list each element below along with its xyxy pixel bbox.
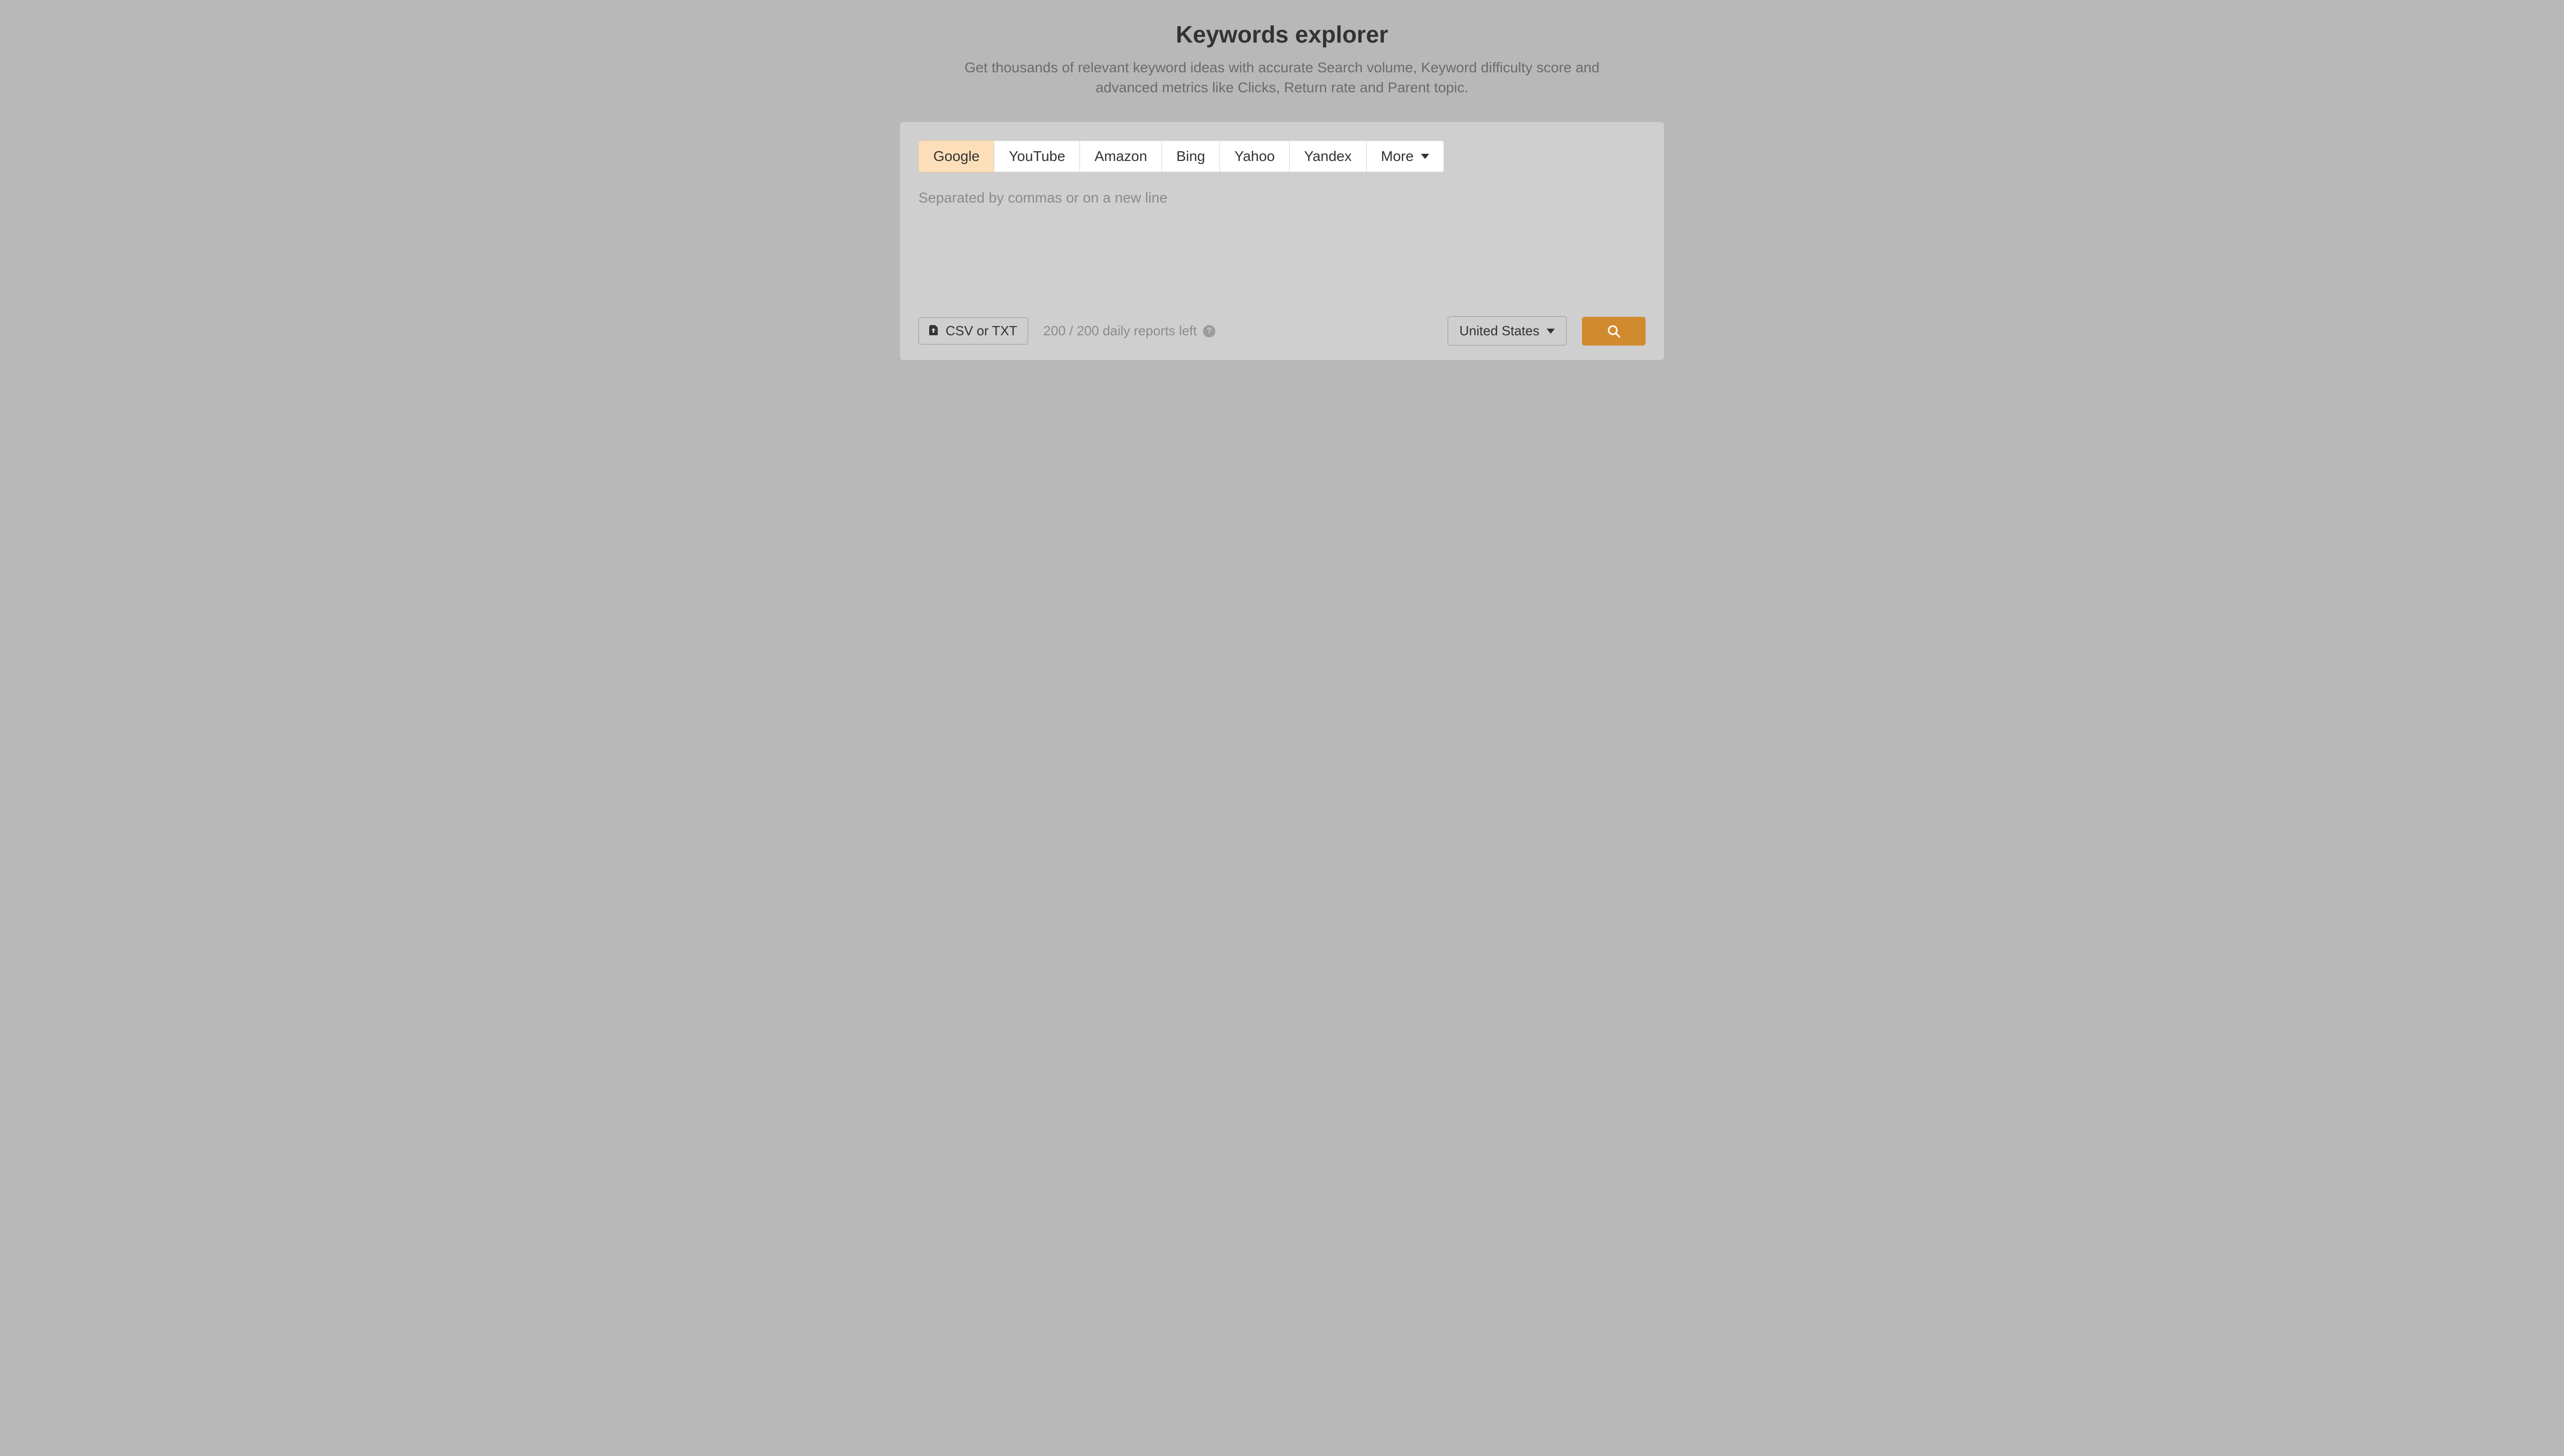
upload-file-button[interactable]: CSV or TXT: [918, 317, 1028, 345]
tab-google[interactable]: Google: [918, 140, 994, 172]
tab-bing[interactable]: Bing: [1161, 140, 1219, 172]
country-selected-label: United States: [1459, 323, 1539, 339]
country-select[interactable]: United States: [1448, 316, 1567, 346]
tab-label: More: [1381, 148, 1414, 165]
search-icon: [1607, 324, 1621, 338]
tab-amazon[interactable]: Amazon: [1079, 140, 1161, 172]
upload-label: CSV or TXT: [946, 323, 1017, 339]
upload-icon: [929, 325, 939, 337]
tab-label: Google: [933, 148, 979, 165]
page-subtitle: Get thousands of relevant keyword ideas …: [962, 57, 1602, 97]
panel-footer: CSV or TXT 200 / 200 daily reports left …: [918, 316, 1646, 346]
reports-remaining: 200 / 200 daily reports left ?: [1044, 323, 1215, 339]
chevron-down-icon: [1421, 154, 1429, 159]
search-engine-tabs: Google YouTube Amazon Bing Yahoo Yandex …: [918, 140, 1646, 172]
search-panel: Google YouTube Amazon Bing Yahoo Yandex …: [900, 122, 1664, 360]
tab-label: YouTube: [1009, 148, 1065, 165]
chevron-down-icon: [1547, 329, 1555, 334]
tab-label: Amazon: [1094, 148, 1147, 165]
tab-youtube[interactable]: YouTube: [994, 140, 1079, 172]
reports-remaining-text: 200 / 200 daily reports left: [1044, 323, 1197, 339]
search-button[interactable]: [1582, 317, 1646, 346]
tab-label: Yahoo: [1234, 148, 1275, 165]
tab-label: Bing: [1176, 148, 1205, 165]
question-circle-icon[interactable]: ?: [1203, 325, 1215, 337]
tab-label: Yandex: [1304, 148, 1352, 165]
keywords-input[interactable]: [918, 188, 1646, 306]
tab-yahoo[interactable]: Yahoo: [1219, 140, 1289, 172]
page-title: Keywords explorer: [900, 21, 1664, 48]
tab-yandex[interactable]: Yandex: [1289, 140, 1366, 172]
tab-more[interactable]: More: [1366, 140, 1444, 172]
